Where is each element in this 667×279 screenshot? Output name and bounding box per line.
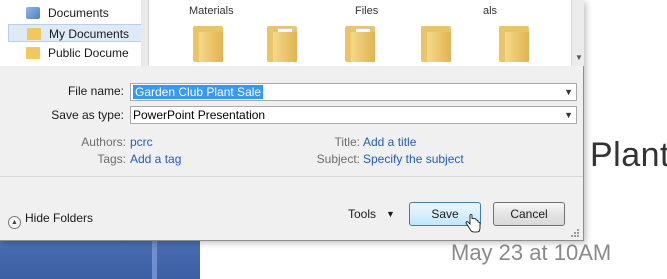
tags-label: Tags: bbox=[97, 152, 126, 166]
navigation-pane: Documents My Documents Public Docume bbox=[0, 0, 149, 66]
folder-label: Materials bbox=[189, 5, 234, 17]
scroll-down-icon[interactable]: ▼ bbox=[575, 53, 583, 62]
tags-value[interactable]: Add a tag bbox=[130, 152, 181, 166]
resize-grip-icon[interactable] bbox=[570, 228, 580, 238]
file-name-label: File name: bbox=[67, 84, 124, 98]
nav-item-my-documents[interactable]: My Documents bbox=[8, 24, 146, 42]
nav-item-label: Documents bbox=[48, 6, 109, 20]
cancel-button[interactable]: Cancel bbox=[493, 202, 565, 226]
save-type-label: Save as type: bbox=[51, 108, 124, 122]
nav-item-label: My Documents bbox=[49, 27, 130, 41]
save-type-select[interactable]: PowerPoint Presentation ▼ bbox=[130, 106, 577, 124]
hide-folders-button[interactable]: ▲ Hide Folders bbox=[8, 211, 93, 229]
nav-item-documents[interactable]: Documents bbox=[8, 4, 146, 22]
chevron-down-icon[interactable]: ▼ bbox=[564, 84, 573, 100]
subject-label: Subject: bbox=[316, 152, 360, 166]
folder-item[interactable] bbox=[345, 22, 377, 62]
title-label: Title: bbox=[334, 135, 360, 149]
tools-label: Tools bbox=[348, 207, 377, 221]
nav-item-public-documents[interactable]: Public Docume bbox=[8, 44, 146, 62]
nav-item-label: Public Docume bbox=[48, 46, 129, 60]
chevron-down-icon: ▼ bbox=[386, 209, 395, 219]
navigation-scrollbar[interactable] bbox=[141, 0, 148, 66]
authors-label: Authors: bbox=[81, 135, 126, 149]
tools-menu-button[interactable]: Tools ▼ bbox=[348, 207, 395, 221]
file-list-scrollbar[interactable]: ▼ bbox=[571, 0, 584, 66]
save-as-dialog: Documents My Documents Public Docume Mat… bbox=[0, 0, 584, 241]
chevron-up-icon: ▲ bbox=[8, 216, 21, 229]
folder-item[interactable] bbox=[421, 22, 453, 62]
slide-blue-bar-accent bbox=[152, 240, 157, 279]
chevron-down-icon[interactable]: ▼ bbox=[564, 107, 573, 123]
hide-folders-label: Hide Folders bbox=[25, 211, 94, 225]
footer-divider bbox=[0, 176, 583, 177]
folder-item[interactable] bbox=[193, 22, 225, 62]
subject-value[interactable]: Specify the subject bbox=[363, 152, 464, 166]
authors-value[interactable]: pcrc bbox=[130, 135, 153, 149]
file-list: Materials Files als ▼ bbox=[149, 0, 584, 66]
file-name-input[interactable]: Garden Club Plant Sale ▼ bbox=[130, 83, 577, 101]
folder-icon bbox=[26, 47, 40, 59]
folder-item[interactable] bbox=[267, 22, 299, 62]
hand-pointer-icon bbox=[465, 214, 481, 233]
folder-icon bbox=[27, 28, 41, 40]
folder-item[interactable] bbox=[499, 22, 531, 62]
folder-label: Files bbox=[355, 5, 379, 17]
folder-label: als bbox=[483, 5, 498, 17]
save-type-value: PowerPoint Presentation bbox=[133, 108, 266, 122]
slide-blue-bar bbox=[0, 240, 200, 279]
slide-date-text: May 23 at 10AM bbox=[451, 240, 612, 265]
slide-title-fragment: Plant bbox=[590, 136, 667, 174]
documents-icon bbox=[26, 7, 40, 19]
file-name-value: Garden Club Plant Sale bbox=[133, 85, 264, 99]
title-value[interactable]: Add a title bbox=[363, 135, 416, 149]
